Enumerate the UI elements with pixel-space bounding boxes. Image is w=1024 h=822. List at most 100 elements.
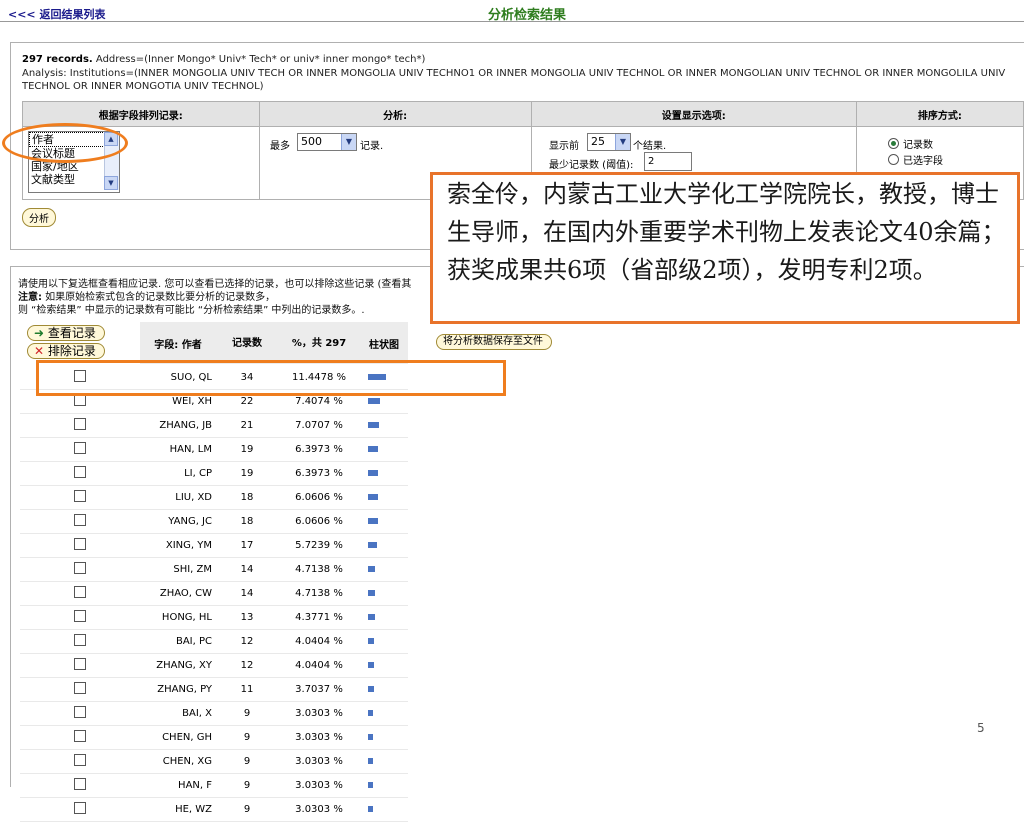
min-count-label: 最少记录数 (阈值): <box>549 160 634 171</box>
bar-cell <box>360 437 408 462</box>
highlight-rectangle <box>36 360 506 396</box>
record-percent: 6.3973 % <box>278 461 360 486</box>
row-checkbox-cell <box>20 773 140 798</box>
row-checkbox[interactable] <box>74 466 86 478</box>
bar-cell <box>360 653 408 678</box>
row-checkbox[interactable] <box>74 730 86 742</box>
row-checkbox[interactable] <box>74 490 86 502</box>
row-checkbox[interactable] <box>74 754 86 766</box>
record-count: 14 <box>216 557 278 582</box>
bar-mark <box>368 686 374 692</box>
author-name: ZHAO, CW <box>140 581 216 606</box>
sort-by-field-radio[interactable]: 已选字段 <box>888 152 943 167</box>
bar-cell <box>360 725 408 750</box>
row-checkbox[interactable] <box>74 682 86 694</box>
field-option-doctype[interactable]: 文献类型 <box>29 173 103 186</box>
row-checkbox[interactable] <box>74 802 86 814</box>
records-summary: 297 records. Address=(Inner Mongo* Univ*… <box>22 54 425 65</box>
bar-mark <box>368 590 375 596</box>
view-records-button[interactable]: ➜ 查看记录 <box>27 325 105 341</box>
bar-mark <box>368 782 373 788</box>
row-checkbox[interactable] <box>74 538 86 550</box>
table-row: CHEN, XG 9 3.0303 % <box>20 749 408 774</box>
row-checkbox-cell <box>20 485 140 510</box>
save-to-file-button[interactable]: 将分析数据保存至文件 <box>436 334 552 350</box>
col-pct: %，共 297 <box>278 322 360 366</box>
record-percent: 4.3771 % <box>278 605 360 630</box>
bar-mark <box>368 398 380 404</box>
author-name: BAI, X <box>140 701 216 726</box>
record-count: 11 <box>216 677 278 702</box>
row-checkbox[interactable] <box>74 634 86 646</box>
row-checkbox[interactable] <box>74 658 86 670</box>
table-row: ZHANG, JB 21 7.0707 % <box>20 413 408 438</box>
bar-mark <box>368 422 379 428</box>
row-checkbox-cell <box>20 725 140 750</box>
record-count: 12 <box>216 653 278 678</box>
bar-mark <box>368 758 373 764</box>
author-name: HAN, LM <box>140 437 216 462</box>
record-count: 14 <box>216 581 278 606</box>
row-checkbox[interactable] <box>74 442 86 454</box>
bar-mark <box>368 518 378 524</box>
max-label: 最多 <box>270 141 290 152</box>
header-analyze: 分析: <box>258 101 532 127</box>
close-icon: ✕ <box>34 344 45 358</box>
bar-mark <box>368 446 378 452</box>
author-name: LI, CP <box>140 461 216 486</box>
max-records-select[interactable]: 500 ▼ <box>297 133 357 151</box>
row-checkbox[interactable] <box>74 418 86 430</box>
back-to-results-link[interactable]: <<< 返回结果列表 <box>8 6 105 22</box>
author-name: ZHANG, XY <box>140 653 216 678</box>
record-count: 17 <box>216 533 278 558</box>
author-name: SHI, ZM <box>140 557 216 582</box>
bar-cell <box>360 773 408 798</box>
show-first-select[interactable]: 25 ▼ <box>587 133 631 151</box>
notes-line-3: 则 “检索结果” 中显示的记录数有可能比 “分析检索结果” 中列出的记录数多。. <box>18 305 365 316</box>
sort-by-field-label: 已选字段 <box>903 156 943 167</box>
row-checkbox-cell <box>20 677 140 702</box>
bar-mark <box>368 494 378 500</box>
bar-mark <box>368 470 378 476</box>
min-count-input[interactable]: 2 <box>644 152 692 171</box>
max-unit: 记录. <box>360 141 384 152</box>
row-checkbox-cell <box>20 797 140 822</box>
exclude-records-label: 排除记录 <box>47 344 96 358</box>
table-row: ZHAO, CW 14 4.7138 % <box>20 581 408 606</box>
author-name: CHEN, XG <box>140 749 216 774</box>
record-count: 9 <box>216 797 278 822</box>
row-checkbox[interactable] <box>74 706 86 718</box>
row-checkbox[interactable] <box>74 562 86 574</box>
header-display-options: 设置显示选项: <box>530 101 857 127</box>
record-percent: 5.7239 % <box>278 533 360 558</box>
scroll-down-icon[interactable]: ▼ <box>104 176 118 190</box>
author-name: HE, WZ <box>140 797 216 822</box>
row-checkbox[interactable] <box>74 610 86 622</box>
bar-cell <box>360 581 408 606</box>
record-count: 21 <box>216 413 278 438</box>
author-name: CHEN, GH <box>140 725 216 750</box>
record-percent: 7.0707 % <box>278 413 360 438</box>
record-percent: 3.0303 % <box>278 725 360 750</box>
header-sort-by: 排序方式: <box>855 101 1024 127</box>
bar-cell <box>360 509 408 534</box>
sort-by-count-radio[interactable]: 记录数 <box>888 136 933 151</box>
author-name: ZHANG, JB <box>140 413 216 438</box>
record-percent: 4.0404 % <box>278 629 360 654</box>
row-checkbox[interactable] <box>74 586 86 598</box>
author-name: BAI, PC <box>140 629 216 654</box>
results-table: 字段: 作者 记录数 %，共 297 柱状图 SUO, QL 34 11.4478 … <box>20 322 408 822</box>
row-checkbox-cell <box>20 557 140 582</box>
col-field: 字段: 作者 <box>140 322 216 366</box>
row-checkbox[interactable] <box>74 778 86 790</box>
analyze-button[interactable]: 分析 <box>22 208 56 227</box>
bar-cell <box>360 605 408 630</box>
table-row: HONG, HL 13 4.3771 % <box>20 605 408 630</box>
row-checkbox[interactable] <box>74 514 86 526</box>
address-query: Address=(Inner Mongo* Univ* Tech* or uni… <box>92 54 426 65</box>
exclude-records-button[interactable]: ✕ 排除记录 <box>27 343 105 359</box>
col-count: 记录数 <box>216 322 278 366</box>
view-records-label: 查看记录 <box>47 326 96 340</box>
table-row: HE, WZ 9 3.0303 % <box>20 797 408 822</box>
bar-cell <box>360 533 408 558</box>
